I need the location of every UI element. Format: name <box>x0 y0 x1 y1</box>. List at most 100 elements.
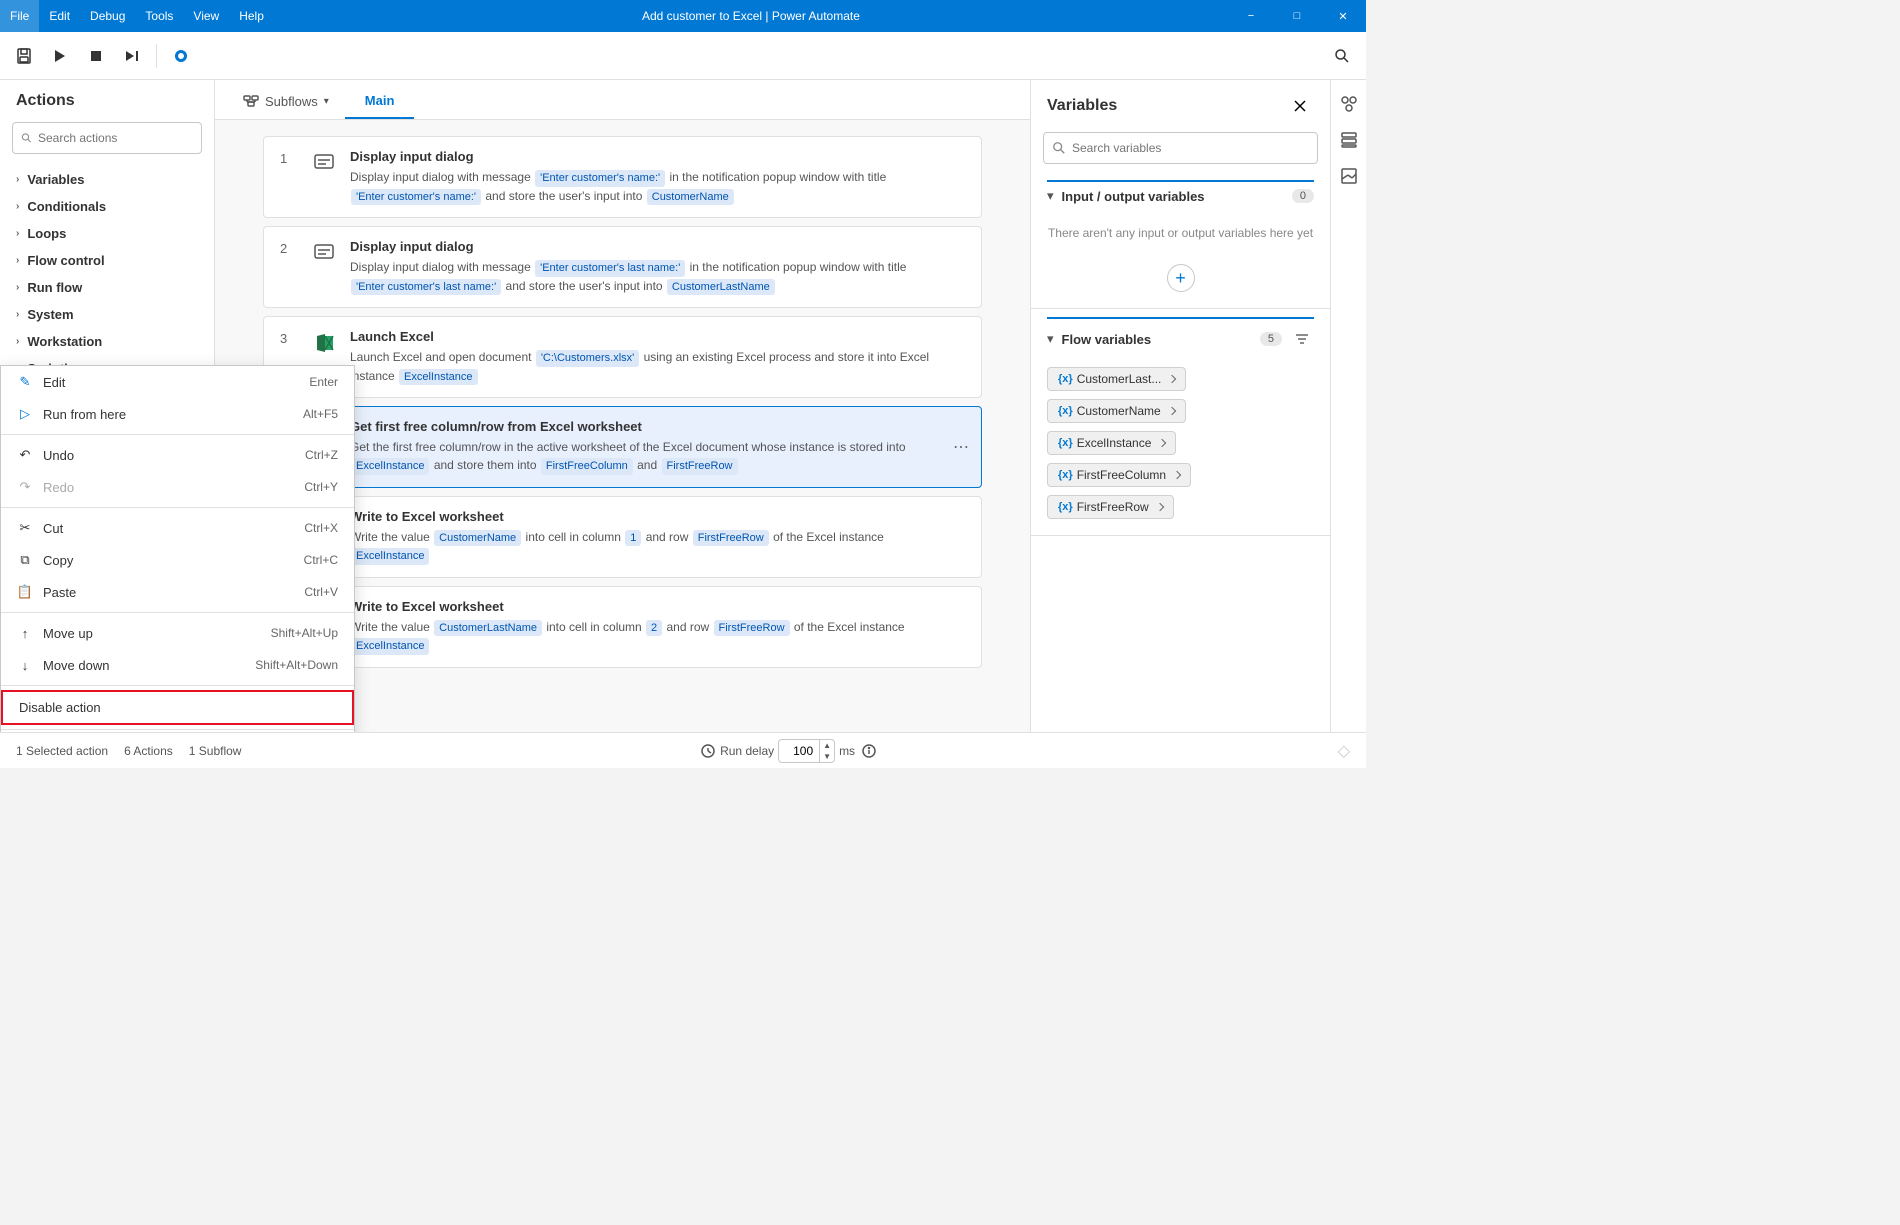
tab-main[interactable]: Main <box>345 83 415 119</box>
context-menu-move-down[interactable]: ↓ Move down Shift+Alt+Down <box>1 649 354 681</box>
actions-search-input[interactable] <box>38 131 193 145</box>
var-chip-excelinstance[interactable]: {x} ExcelInstance <box>1047 431 1176 455</box>
status-bar: 1 Selected action 6 Actions 1 Subflow Ru… <box>0 732 1366 768</box>
flow-step-1[interactable]: 1 Display input dialog Display input dia… <box>263 136 982 218</box>
run-delay-up[interactable]: ▲ <box>820 740 834 751</box>
context-menu-redo[interactable]: ↷ Redo Ctrl+Y <box>1 471 354 503</box>
sidebar-btn-3[interactable] <box>1333 160 1365 192</box>
search-icon <box>21 131 32 145</box>
maximize-button[interactable]: □ <box>1274 0 1320 32</box>
variables-toggle-button[interactable] <box>1333 88 1365 120</box>
flow-step-6[interactable]: 6 Write to Excel worksheet Write the val… <box>263 586 982 668</box>
clock-icon <box>700 743 716 759</box>
action-group-loops[interactable]: › Loops <box>0 220 214 247</box>
close-button[interactable]: ✕ <box>1320 0 1366 32</box>
step-tag: ExcelInstance <box>351 548 429 565</box>
var-chip-firstfreerow[interactable]: {x} FirstFreeRow <box>1047 495 1174 519</box>
add-variable-button[interactable]: + <box>1167 264 1195 292</box>
run-delay-info-button[interactable] <box>859 741 879 761</box>
action-group-label: Variables <box>27 172 84 187</box>
flow-filter-button[interactable] <box>1290 327 1314 351</box>
step-tag: 2 <box>646 620 662 637</box>
context-menu-separator-3 <box>1 612 354 613</box>
context-menu-cut[interactable]: ✂ Cut Ctrl+X <box>1 512 354 544</box>
context-menu-run-from-here[interactable]: ▷ Run from here Alt+F5 <box>1 398 354 430</box>
menu-tools[interactable]: Tools <box>135 0 183 32</box>
chevron-right-icon: › <box>16 255 19 266</box>
action-group-label: Run flow <box>27 280 82 295</box>
flow-variables-section: ▾ Flow variables 5 {x} CustomerLas <box>1031 309 1330 536</box>
next-step-button[interactable] <box>116 40 148 72</box>
action-group-workstation[interactable]: › Workstation <box>0 328 214 355</box>
action-group-flowcontrol[interactable]: › Flow control <box>0 247 214 274</box>
variables-icon <box>1340 95 1358 113</box>
context-menu-undo-label: Undo <box>43 448 74 463</box>
action-group-system[interactable]: › System <box>0 301 214 328</box>
step-more-button[interactable]: ⋯ <box>953 437 969 457</box>
filter-icon <box>1295 332 1309 346</box>
step-title-5: Write to Excel worksheet <box>350 509 965 524</box>
record-button[interactable] <box>165 40 197 72</box>
action-group-runflow[interactable]: › Run flow <box>0 274 214 301</box>
context-menu-disable[interactable]: Disable action <box>1 690 354 725</box>
expand-icon <box>1155 503 1163 511</box>
context-menu-disable-label: Disable action <box>19 700 101 715</box>
menu-file[interactable]: File <box>0 0 39 32</box>
variables-close-button[interactable] <box>1286 92 1314 120</box>
save-button[interactable] <box>8 40 40 72</box>
app-body: Actions › Variables › Conditionals › <box>0 32 1366 768</box>
sidebar-btn-2[interactable] <box>1333 124 1365 156</box>
var-chip-customerlast[interactable]: {x} CustomerLast... <box>1047 367 1186 391</box>
input-output-count: 0 <box>1292 189 1314 203</box>
stop-button[interactable] <box>80 40 112 72</box>
flow-step-2[interactable]: 2 Display input dialog Display input dia… <box>263 226 982 308</box>
action-group-label: Flow control <box>27 253 104 268</box>
window-title: Add customer to Excel | Power Automate <box>274 9 1228 23</box>
flow-step-3[interactable]: 3 Launch Excel Launch Excel and open doc… <box>263 316 982 398</box>
var-chip-firstfreecolumn[interactable]: {x} FirstFreeColumn <box>1047 463 1191 487</box>
context-menu-undo-shortcut: Ctrl+Z <box>305 448 338 462</box>
right-sidebar <box>1330 80 1366 732</box>
chevron-right-icon: › <box>16 228 19 239</box>
step-content-4: Get first free column/row from Excel wor… <box>350 419 965 475</box>
action-group-variables[interactable]: › Variables <box>0 166 214 193</box>
context-menu-copy[interactable]: ⧉ Copy Ctrl+C <box>1 544 354 576</box>
menu-debug[interactable]: Debug <box>80 0 135 32</box>
copy-icon: ⧉ <box>17 552 33 568</box>
actions-search-box[interactable] <box>12 122 202 154</box>
flow-step-4[interactable]: 4 Get first free column/row from Excel w… <box>263 406 982 488</box>
subflows-button[interactable]: Subflows ▾ <box>231 83 341 119</box>
run-button[interactable] <box>44 40 76 72</box>
context-menu: ✎ Edit Enter ▷ Run from here Alt+F5 ↶ Un… <box>0 365 355 732</box>
flow-variables-title: Flow variables <box>1062 332 1252 347</box>
run-delay-down[interactable]: ▼ <box>820 751 834 762</box>
var-chip-customername[interactable]: {x} CustomerName <box>1047 399 1186 423</box>
flow-step-5[interactable]: 5 Write to Excel worksheet Write the val… <box>263 496 982 578</box>
context-menu-paste[interactable]: 📋 Paste Ctrl+V <box>1 576 354 608</box>
dialog-icon-2 <box>310 239 338 267</box>
step-title-1: Display input dialog <box>350 149 965 164</box>
input-output-empty-text: There aren't any input or output variabl… <box>1031 210 1330 256</box>
context-menu-redo-label: Redo <box>43 480 74 495</box>
variables-search-box[interactable] <box>1043 132 1318 164</box>
action-group-conditionals[interactable]: › Conditionals <box>0 193 214 220</box>
menu-help[interactable]: Help <box>229 0 274 32</box>
minimize-button[interactable]: − <box>1228 0 1274 32</box>
search-button[interactable] <box>1326 40 1358 72</box>
context-menu-move-up[interactable]: ↑ Move up Shift+Alt+Up <box>1 617 354 649</box>
var-chip-label: ExcelInstance <box>1077 436 1152 450</box>
chevron-right-icon: › <box>16 309 19 320</box>
action-group-label: System <box>27 307 73 322</box>
run-delay-box[interactable]: ▲ ▼ <box>778 739 835 763</box>
context-menu-paste-shortcut: Ctrl+V <box>304 585 338 599</box>
variables-search-input[interactable] <box>1072 141 1309 155</box>
context-menu-edit[interactable]: ✎ Edit Enter <box>1 366 354 398</box>
var-icon: {x} <box>1058 437 1073 449</box>
input-output-header[interactable]: ▾ Input / output variables 0 <box>1031 182 1330 210</box>
flow-collapse-icon: ▾ <box>1047 331 1054 347</box>
run-delay-input[interactable] <box>779 744 819 758</box>
var-chip-label: FirstFreeRow <box>1077 500 1149 514</box>
context-menu-undo[interactable]: ↶ Undo Ctrl+Z <box>1 439 354 471</box>
menu-view[interactable]: View <box>183 0 229 32</box>
menu-edit[interactable]: Edit <box>39 0 80 32</box>
